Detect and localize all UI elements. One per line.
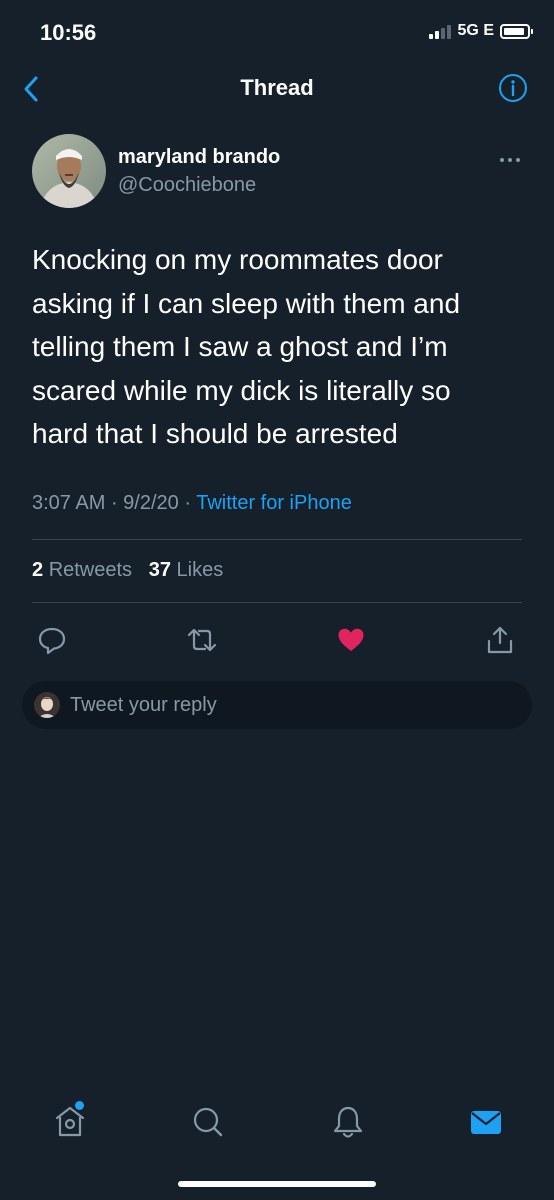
retweet-count: 2 <box>32 559 44 581</box>
screen: 10:56 5G E Thread maryland brando @Cooch… <box>0 0 554 1200</box>
like-button[interactable] <box>336 624 366 656</box>
retweets-stat[interactable]: 2 Retweets <box>32 559 132 581</box>
likes-stat[interactable]: 37 Likes <box>149 559 224 581</box>
status-indicators: 5G E <box>428 22 533 40</box>
tweet-source-link[interactable]: Twitter for iPhone <box>196 492 352 514</box>
meta-separator: · <box>110 492 124 514</box>
home-indicator[interactable] <box>178 1181 376 1187</box>
info-icon <box>499 74 527 102</box>
user-avatar <box>34 692 60 718</box>
status-time: 10:56 <box>40 20 97 45</box>
mail-icon <box>471 1111 501 1134</box>
author-display-name[interactable]: maryland brando <box>118 146 280 169</box>
notification-dot <box>75 1101 84 1110</box>
tab-messages[interactable] <box>468 1102 504 1142</box>
tweet-meta: 3:07 AM · 9/2/20 · Twitter for iPhone <box>32 492 352 515</box>
reply-input[interactable]: Tweet your reply <box>22 681 532 729</box>
battery-icon <box>500 23 533 39</box>
signal-icon <box>428 23 451 39</box>
reply-icon <box>38 627 66 655</box>
tweet-time: 3:07 AM <box>32 492 106 514</box>
user-avatar-image <box>34 692 60 718</box>
divider <box>32 602 522 603</box>
more-horizontal-icon <box>500 158 520 162</box>
retweet-icon <box>187 628 217 652</box>
retweet-label: Retweets <box>48 559 133 581</box>
tab-notifications[interactable] <box>330 1102 366 1142</box>
retweet-button[interactable] <box>186 624 218 656</box>
share-icon <box>487 626 513 654</box>
avatar-image <box>32 134 106 208</box>
tweet-stats: 2 Retweets 37 Likes <box>32 559 223 582</box>
info-button[interactable] <box>498 73 528 103</box>
reply-button[interactable] <box>37 624 67 656</box>
heart-icon <box>338 628 364 651</box>
like-label: Likes <box>176 559 224 581</box>
author-avatar[interactable] <box>32 134 106 208</box>
page-title: Thread <box>240 75 314 100</box>
reply-placeholder: Tweet your reply <box>70 694 217 716</box>
tweet-date: 9/2/20 <box>123 492 179 514</box>
meta-separator: · <box>184 492 197 514</box>
tweet-text: Knocking on my roommates door asking if … <box>32 244 461 449</box>
bell-icon <box>333 1106 363 1138</box>
tab-search[interactable] <box>190 1102 226 1142</box>
like-count: 37 <box>148 559 171 581</box>
author-handle[interactable]: @Coochiebone <box>118 174 256 197</box>
search-icon <box>193 1107 223 1137</box>
network-label: 5G E <box>457 22 494 39</box>
nav-header: Thread <box>0 64 554 114</box>
more-options-button[interactable] <box>498 152 522 162</box>
share-button[interactable] <box>485 624 515 656</box>
divider <box>32 539 522 540</box>
